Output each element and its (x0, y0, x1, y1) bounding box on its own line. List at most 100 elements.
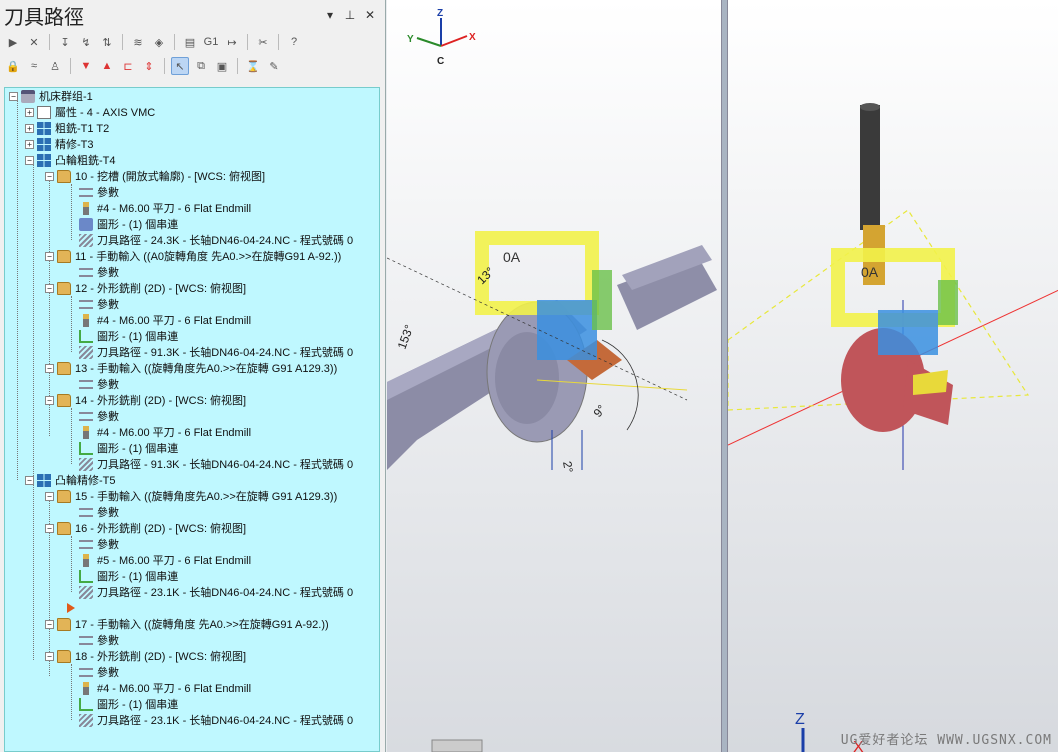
insert-arrow-marker[interactable] (67, 600, 79, 616)
toggle-toolpath-display-icon[interactable]: ≈ (25, 57, 43, 75)
color-options-icon[interactable]: ✎ (265, 57, 283, 75)
tree-row-geometry[interactable]: 圖形 - (1) 個串連 (79, 568, 178, 584)
tree-row-toolpath[interactable]: 刀具路徑 - 23.1K - 长轴DN46-04-24.NC - 程式號碼 0 (79, 584, 353, 600)
insert-arrow-icon[interactable]: ⊏ (119, 57, 137, 75)
collapse-icon[interactable]: − (45, 395, 54, 405)
panel-pin-button[interactable]: ⊥ (343, 8, 357, 22)
regenerate-dirty-icon[interactable]: ↯ (77, 33, 95, 51)
verify-icon[interactable]: ◈ (150, 33, 168, 51)
collapse-icon[interactable]: − (45, 251, 54, 261)
g1-button[interactable]: G1 (202, 33, 220, 51)
move-updown-icon[interactable]: ⇕ (140, 57, 158, 75)
collapse-icon[interactable]: − (45, 651, 54, 661)
move-down-icon[interactable]: ▼ (77, 57, 95, 75)
collapse-icon[interactable]: − (45, 619, 54, 629)
collapse-icon[interactable]: − (45, 523, 54, 533)
expand-options-icon[interactable]: ⇅ (98, 33, 116, 51)
select-all-operations-icon[interactable]: ▶ (4, 33, 22, 51)
tree-row-toolpath[interactable]: 刀具路徑 - 24.3K - 长轴DN46-04-24.NC - 程式號碼 0 (79, 232, 353, 248)
tree-row-group[interactable]: − 凸輪粗銑-T4 (25, 152, 116, 168)
tree-row-label: #4 - M6.00 平刀 - 6 Flat Endmill (97, 203, 252, 215)
tree-row-operation[interactable]: − 12 - 外形銑削 (2D) - [WCS: 俯视图] (45, 280, 246, 296)
tree-row-label: #4 - M6.00 平刀 - 6 Flat Endmill (97, 427, 252, 439)
collapse-icon[interactable]: − (45, 491, 54, 501)
collapse-icon[interactable]: − (9, 91, 18, 101)
panel-close-button[interactable]: ✕ (363, 8, 377, 22)
tree-row-tool[interactable]: #5 - M6.00 平刀 - 6 Flat Endmill (79, 552, 251, 568)
tree-row-tool[interactable]: #4 - M6.00 平刀 - 6 Flat Endmill (79, 424, 251, 440)
collapse-icon[interactable]: − (25, 155, 34, 165)
collapse-icon[interactable]: − (45, 283, 54, 293)
regenerate-selected-icon[interactable]: ↧ (56, 33, 74, 51)
move-up-icon[interactable]: ▲ (98, 57, 116, 75)
tree-row-parameters[interactable]: 參數 (79, 536, 119, 552)
tree-row-properties[interactable]: + 屬性 - 4 - AXIS VMC (25, 104, 155, 120)
select-mode-icon[interactable]: ↖ (171, 57, 189, 75)
lock-icon[interactable]: 🔒 (4, 57, 22, 75)
tree-row-parameters[interactable]: 參數 (79, 408, 119, 424)
delete-operation-icon[interactable]: ✂ (254, 33, 272, 51)
tree-row-tool[interactable]: #4 - M6.00 平刀 - 6 Flat Endmill (79, 680, 251, 696)
expand-icon[interactable]: + (25, 107, 34, 117)
tree-row-parameters[interactable]: 參數 (79, 664, 119, 680)
view-options-icon[interactable]: ▣ (213, 57, 231, 75)
tree-row-parameters[interactable]: 參數 (79, 296, 119, 312)
tree-row-toolpath[interactable]: 刀具路徑 - 91.3K - 长轴DN46-04-24.NC - 程式號碼 0 (79, 456, 353, 472)
tree-row-operation[interactable]: − 13 - 手動輸入 ((旋轉角度先A0.>>在旋轉 G91 A129.3)) (45, 360, 337, 376)
collapse-icon[interactable]: − (45, 363, 54, 373)
panel-menu-button[interactable]: ▾ (323, 8, 337, 22)
tree-row-parameters[interactable]: 參數 (79, 376, 119, 392)
tree-row-group[interactable]: − 凸輪精修-T5 (25, 472, 116, 488)
tree-row-operation[interactable]: − 15 - 手動輸入 ((旋轉角度先A0.>>在旋轉 G91 A129.3)) (45, 488, 337, 504)
post-toggle-icon[interactable]: ♙ (46, 57, 64, 75)
display-toggle-icon[interactable]: ⧉ (192, 57, 210, 75)
toolpath-manager-panel: 刀具路徑 ▾ ⊥ ✕ ▶ ✕ ↧ ↯ ⇅ ≋ ◈ ▤ G1 ↦ ✂ ? 🔒 ≈ … (0, 0, 386, 752)
operation-folder-icon (57, 281, 71, 295)
tree-row-label: 參數 (97, 507, 119, 519)
graphics-viewport-right[interactable]: 0A Z X (727, 0, 1058, 752)
tree-row-operation[interactable]: − 10 - 挖槽 (開放式輪廓) - [WCS: 俯视图] (45, 168, 265, 184)
backplot-icon[interactable]: ≋ (129, 33, 147, 51)
tree-row-label: 凸輪精修-T5 (55, 475, 116, 487)
toolpath-group-icon (37, 153, 51, 167)
tree-row-operation[interactable]: − 17 - 手動輸入 ((旋轉角度 先A0.>>在旋轉G91 A-92.)) (45, 616, 329, 632)
tree-row-operation[interactable]: − 11 - 手動輸入 ((A0旋轉角度 先A0.>>在旋轉G91 A-92.)… (45, 248, 341, 264)
tree-row-geometry[interactable]: 圖形 - (1) 個串連 (79, 696, 178, 712)
tree-row-parameters[interactable]: 參數 (79, 632, 119, 648)
collapse-icon[interactable]: − (45, 171, 54, 181)
post-process-icon[interactable]: ▤ (181, 33, 199, 51)
tree-row-parameters[interactable]: 參數 (79, 504, 119, 520)
parameters-icon (79, 267, 93, 277)
tree-row-label: 參數 (97, 379, 119, 391)
tree-row-group[interactable]: + 精修-T3 (25, 136, 94, 152)
tree-row-toolpath[interactable]: 刀具路徑 - 91.3K - 长轴DN46-04-24.NC - 程式號碼 0 (79, 344, 353, 360)
tree-row-geometry[interactable]: 圖形 - (1) 個串連 (79, 216, 178, 232)
operation-tree[interactable]: − 机床群组-1 + 屬性 - 4 - AXIS VMC + 粗銑-T1 T2 … (4, 87, 380, 752)
operation-folder-icon (57, 489, 71, 503)
help-icon[interactable]: ? (285, 33, 303, 51)
graphics-viewport-left[interactable]: Z X Y C 0A 13° 153° 9° 2° (386, 0, 722, 752)
tree-row-geometry[interactable]: 圖形 - (1) 個串連 (79, 440, 178, 456)
select-invalid-operations-icon[interactable]: ✕ (25, 33, 43, 51)
toolbar-row-2: 🔒 ≈ ♙ ▼ ▲ ⊏ ⇕ ↖ ⧉ ▣ ⌛ ✎ (0, 54, 385, 78)
tree-row-geometry[interactable]: 圖形 - (1) 個串連 (79, 328, 178, 344)
highfeed-icon[interactable]: ↦ (223, 33, 241, 51)
tree-row-parameters[interactable]: 參數 (79, 264, 119, 280)
tree-row-operation[interactable]: − 16 - 外形銑削 (2D) - [WCS: 俯视图] (45, 520, 246, 536)
chain-geometry-icon (79, 441, 93, 455)
tree-row-operation[interactable]: − 18 - 外形銑削 (2D) - [WCS: 俯视图] (45, 648, 246, 664)
tree-row-parameters[interactable]: 參數 (79, 184, 119, 200)
collapse-icon[interactable]: − (25, 475, 34, 485)
tree-row-tool[interactable]: #4 - M6.00 平刀 - 6 Flat Endmill (79, 312, 251, 328)
tree-row-machine-group[interactable]: − 机床群组-1 (9, 88, 93, 104)
tree-row-label: 圖形 - (1) 個串連 (97, 331, 179, 343)
tree-row-label: 精修-T3 (55, 139, 94, 151)
tree-row-label: 16 - 外形銑削 (2D) - [WCS: 俯视图] (75, 523, 247, 535)
tree-row-operation[interactable]: − 14 - 外形銑削 (2D) - [WCS: 俯视图] (45, 392, 246, 408)
expand-icon[interactable]: + (25, 139, 34, 149)
toolpath-filter-icon[interactable]: ⌛ (244, 57, 262, 75)
tree-row-tool[interactable]: #4 - M6.00 平刀 - 6 Flat Endmill (79, 200, 251, 216)
tree-row-group[interactable]: + 粗銑-T1 T2 (25, 120, 109, 136)
expand-icon[interactable]: + (25, 123, 34, 133)
tree-row-toolpath[interactable]: 刀具路徑 - 23.1K - 长轴DN46-04-24.NC - 程式號碼 0 (79, 712, 353, 728)
